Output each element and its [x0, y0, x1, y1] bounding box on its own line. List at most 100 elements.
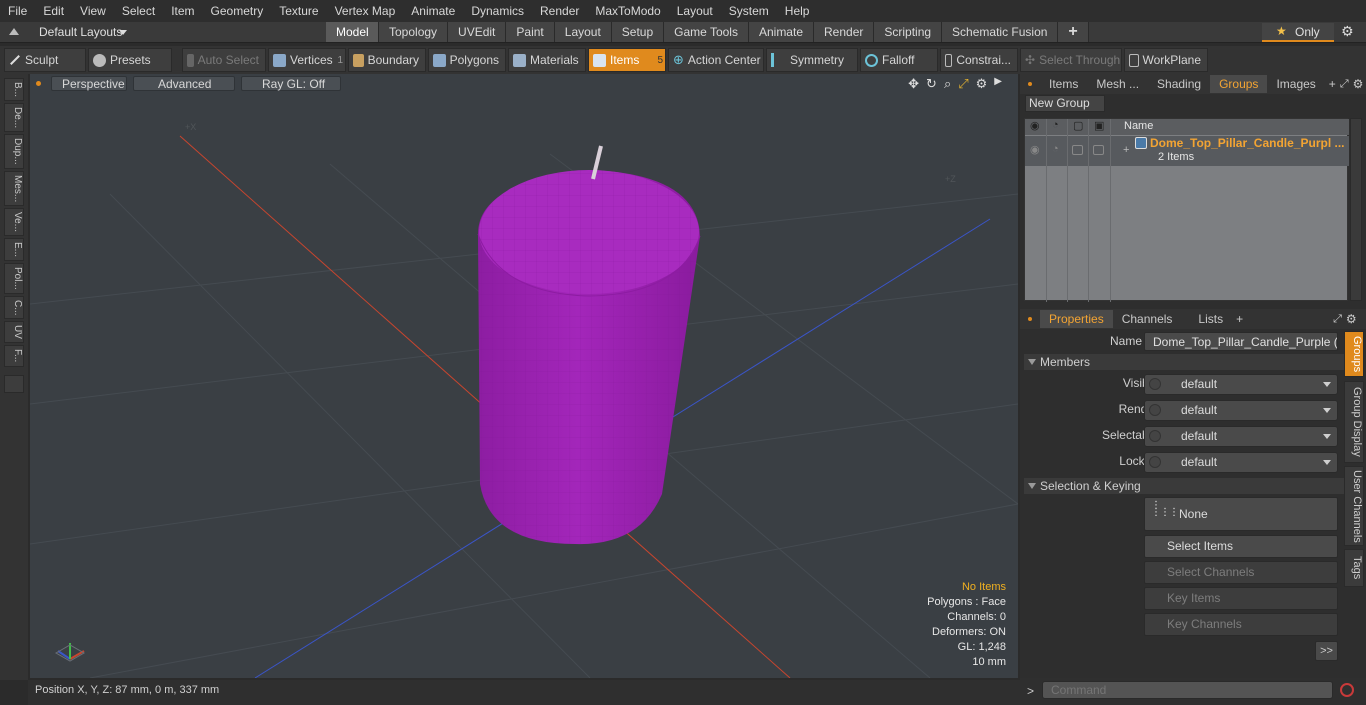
- selectable-dropdown[interactable]: default: [1144, 426, 1338, 447]
- symmetry-button[interactable]: Symmetry: [766, 48, 858, 72]
- tab-uvedit[interactable]: UVEdit: [448, 22, 507, 42]
- fit-icon[interactable]: ⤢: [958, 76, 968, 92]
- tab-mesh[interactable]: Mesh ...: [1087, 75, 1148, 93]
- auto-select-button[interactable]: Auto Select: [182, 48, 266, 72]
- perspective-button[interactable]: Perspective: [51, 75, 127, 91]
- tab-topology[interactable]: Topology: [379, 22, 449, 42]
- strip-tab-polygon[interactable]: Pol...: [4, 263, 24, 294]
- default-layouts-dropdown[interactable]: Default Layouts: [39, 25, 122, 39]
- panel-gear-icon[interactable]: ⚙: [1353, 77, 1364, 91]
- items-button[interactable]: Items 5: [588, 48, 666, 72]
- side-tab-tags[interactable]: Tags: [1344, 549, 1364, 587]
- rotate-icon[interactable]: ↻: [926, 76, 937, 92]
- polygons-button[interactable]: Polygons: [428, 48, 506, 72]
- expand-plus-icon[interactable]: +: [1123, 144, 1129, 156]
- key-items-button[interactable]: Key Items: [1144, 587, 1338, 610]
- row-cube-checkbox[interactable]: [1072, 145, 1083, 155]
- menu-edit[interactable]: Edit: [35, 0, 72, 22]
- more-button[interactable]: >>: [1315, 641, 1338, 661]
- add-tab-button[interactable]: +: [1058, 22, 1089, 42]
- menu-view[interactable]: View: [72, 0, 114, 22]
- tab-scripting[interactable]: Scripting: [874, 22, 943, 42]
- presets-button[interactable]: Presets: [88, 48, 172, 72]
- row-render-icon[interactable]: ◔: [1052, 143, 1059, 155]
- menu-animate[interactable]: Animate: [403, 0, 463, 22]
- zoom-icon[interactable]: ⌕: [944, 76, 951, 92]
- strip-tab-vertex[interactable]: Ve...: [4, 208, 24, 237]
- selection-keying-section[interactable]: Selection & Keying: [1024, 478, 1344, 494]
- props-gear-icon[interactable]: ⚙: [1346, 312, 1357, 326]
- menu-dynamics[interactable]: Dynamics: [463, 0, 532, 22]
- viewport-gear-icon[interactable]: ⚙: [976, 76, 988, 92]
- members-section[interactable]: Members: [1024, 354, 1344, 370]
- new-group-button[interactable]: New Group: [1025, 95, 1105, 112]
- groups-scrollbar[interactable]: [1350, 118, 1362, 301]
- tab-lists[interactable]: Lists: [1189, 310, 1232, 328]
- falloff-button[interactable]: Falloff: [860, 48, 938, 72]
- tab-properties[interactable]: Properties: [1040, 310, 1113, 328]
- tab-animate[interactable]: Animate: [748, 22, 814, 42]
- boundary-button[interactable]: Boundary: [348, 48, 426, 72]
- workplane-button[interactable]: WorkPlane: [1124, 48, 1208, 72]
- menu-geometry[interactable]: Geometry: [203, 0, 272, 22]
- group-row[interactable]: ◉ ◔ + Dome_Top_Pillar_Candle_Purpl ... 2…: [1025, 136, 1349, 166]
- command-input[interactable]: [1042, 681, 1333, 699]
- constraints-button[interactable]: Constrai...: [940, 48, 1018, 72]
- strip-tab-deform[interactable]: De...: [4, 103, 24, 133]
- viewport-dot-icon[interactable]: [36, 80, 41, 86]
- row-lock-checkbox[interactable]: [1093, 145, 1104, 155]
- row-eye-icon[interactable]: ◉: [1030, 143, 1040, 156]
- panel-dot-icon[interactable]: [1028, 82, 1032, 86]
- strip-tab-duplicate[interactable]: Dup...: [4, 134, 24, 169]
- name-field[interactable]: [1144, 332, 1338, 351]
- menu-vertex-map[interactable]: Vertex Map: [327, 0, 404, 22]
- gear-icon[interactable]: ⚙: [1341, 23, 1354, 40]
- side-tab-groups[interactable]: Groups: [1344, 331, 1364, 377]
- tab-setup[interactable]: Setup: [611, 22, 665, 42]
- strip-tab-fusion[interactable]: F...: [4, 345, 24, 367]
- key-channels-button[interactable]: Key Channels: [1144, 613, 1338, 636]
- strip-tab-curve[interactable]: C...: [4, 295, 24, 320]
- add-props-tab-button[interactable]: +: [1232, 310, 1247, 328]
- raygl-button[interactable]: Ray GL: Off: [241, 75, 341, 91]
- tab-groups[interactable]: Groups: [1210, 75, 1268, 93]
- materials-button[interactable]: Materials: [508, 48, 586, 72]
- menu-layout[interactable]: Layout: [669, 0, 721, 22]
- menu-item[interactable]: Item: [163, 0, 202, 22]
- strip-tab-uv[interactable]: UV: [4, 321, 24, 344]
- render-dropdown[interactable]: default: [1144, 400, 1338, 421]
- strip-tab-b[interactable]: B...: [4, 78, 24, 102]
- menu-file[interactable]: File: [0, 0, 35, 22]
- viewport-expand-icon[interactable]: ▶: [994, 76, 1002, 92]
- move-icon[interactable]: ✥: [908, 76, 919, 92]
- locked-dropdown[interactable]: default: [1144, 452, 1338, 473]
- select-through-button[interactable]: ✣ Select Through: [1020, 48, 1122, 72]
- tab-model[interactable]: Model: [326, 22, 379, 42]
- 3d-viewport[interactable]: +X +Z Perspective Advanced Ray GL: Off ✥…: [30, 74, 1018, 678]
- menu-maxtomodo[interactable]: MaxToModo: [587, 0, 668, 22]
- tab-layout[interactable]: Layout: [554, 22, 612, 42]
- menu-texture[interactable]: Texture: [271, 0, 326, 22]
- side-tab-user-channels[interactable]: User Channels: [1344, 466, 1364, 546]
- sculpt-button[interactable]: Sculpt: [4, 48, 86, 72]
- tab-paint[interactable]: Paint: [506, 22, 555, 42]
- visible-dropdown[interactable]: default: [1144, 374, 1338, 395]
- expand-icon[interactable]: ⤢: [1340, 78, 1349, 91]
- layouts-up-icon[interactable]: [9, 28, 19, 35]
- select-channels-button[interactable]: Select Channels: [1144, 561, 1338, 584]
- tab-images[interactable]: Images: [1267, 75, 1324, 93]
- props-expand-icon[interactable]: ⤢: [1333, 313, 1342, 326]
- tab-game-tools[interactable]: Game Tools: [664, 22, 749, 42]
- tab-items[interactable]: Items: [1040, 75, 1087, 93]
- strip-tab-edge[interactable]: E...: [4, 238, 24, 262]
- select-items-button[interactable]: Select Items: [1144, 535, 1338, 558]
- menu-help[interactable]: Help: [777, 0, 818, 22]
- side-tab-group-display[interactable]: Group Display: [1344, 381, 1364, 463]
- menu-render[interactable]: Render: [532, 0, 587, 22]
- advanced-button[interactable]: Advanced: [133, 75, 235, 91]
- only-toggle[interactable]: ★ Only: [1262, 23, 1334, 42]
- strip-tab-extra[interactable]: [4, 374, 24, 393]
- strip-tab-mesh[interactable]: Mes...: [4, 170, 24, 207]
- action-center-button[interactable]: ⊕ Action Center: [668, 48, 764, 72]
- tab-render[interactable]: Render: [814, 22, 875, 42]
